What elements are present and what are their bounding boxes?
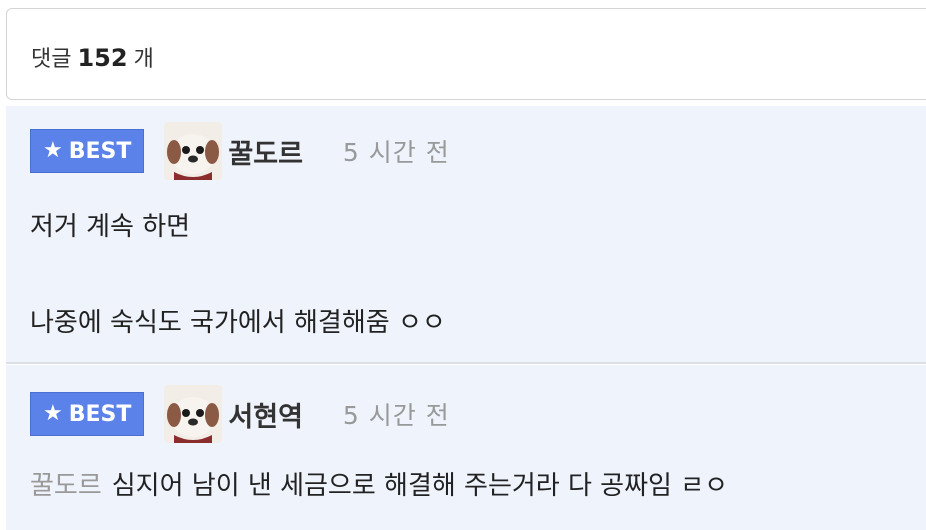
reply-mention[interactable]: 꿀도르 bbox=[30, 471, 102, 501]
comment-meta: ★ BEST 꿀도르 5 시간 전 bbox=[30, 122, 450, 180]
comment-count-unit: 개 bbox=[133, 47, 154, 72]
nickname[interactable]: 서현역 bbox=[228, 395, 303, 434]
best-badge: ★ BEST bbox=[30, 129, 145, 173]
dog-avatar-icon[interactable] bbox=[164, 385, 223, 443]
timestamp: 5 시간 전 bbox=[342, 138, 450, 167]
dog-avatar-icon[interactable] bbox=[164, 122, 223, 180]
nickname[interactable]: 꿀도르 bbox=[228, 132, 303, 171]
comment-meta: ★ BEST 서현역 5 시간 전 bbox=[30, 385, 450, 443]
comment-text-line: 저거 계속 하면 bbox=[30, 212, 191, 242]
best-badge-label: BEST bbox=[68, 401, 132, 427]
comment-item: ★ BEST 꿀도르 5 시간 전 저거 계속 하면 나중에 숙식도 국가에서 … bbox=[6, 106, 926, 362]
best-badge: ★ BEST bbox=[30, 392, 145, 436]
comment-item: ★ BEST 서현역 5 시간 전 꿀도르 심지어 남이 낸 세금으로 해결해 주… bbox=[6, 365, 926, 530]
star-icon: ★ bbox=[43, 401, 63, 426]
best-badge-label: BEST bbox=[68, 138, 132, 164]
comment-count-number: 152 bbox=[77, 44, 128, 72]
comment-divider bbox=[6, 362, 926, 364]
comment-count: 댓글 152 개 bbox=[31, 41, 154, 73]
comment-count-label: 댓글 bbox=[31, 47, 72, 72]
timestamp: 5 시간 전 bbox=[342, 401, 450, 430]
comment-text-line: 꿀도르 심지어 남이 낸 세금으로 해결해 주는거라 다 공짜임 ㄹㅇ bbox=[30, 465, 728, 502]
comment-text-line: 나중에 숙식도 국가에서 해결해줌 ㅇㅇ bbox=[30, 308, 446, 338]
star-icon: ★ bbox=[43, 138, 63, 163]
comment-header: 댓글 152 개 bbox=[6, 8, 926, 100]
comment-text: 심지어 남이 낸 세금으로 해결해 주는거라 다 공짜임 ㄹㅇ bbox=[111, 471, 729, 501]
